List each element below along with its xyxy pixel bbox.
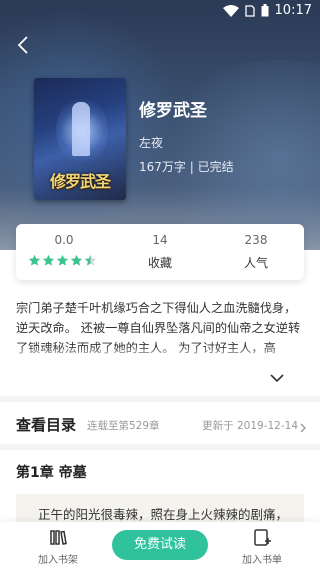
- popularity-stat: 238 人气: [208, 224, 304, 280]
- description-fade: [0, 346, 320, 362]
- catalog-serial-status: 连载至第529章: [87, 420, 160, 432]
- catalog-row[interactable]: 查看目录 连载至第529章 更新于 2019-12-14: [0, 404, 320, 442]
- favorites-stat: 14 收藏: [112, 224, 208, 280]
- bookshelf-icon: [48, 528, 68, 548]
- add-to-shelf-button[interactable]: 加入书架: [18, 522, 98, 568]
- booklist-add-icon: [252, 528, 272, 548]
- star-icon: [70, 254, 83, 267]
- chapter-title: 第1章 帝墓: [16, 465, 87, 481]
- chevron-left-icon: [17, 36, 28, 54]
- sim-icon: [244, 4, 255, 17]
- popularity-value: 238: [244, 233, 268, 247]
- rating-stat: 0.0: [16, 224, 112, 280]
- add-to-booklist-label: 加入书单: [242, 555, 282, 566]
- bottom-action-bar: 加入书架 免费试读 加入书单: [0, 522, 320, 568]
- wifi-icon: [222, 4, 239, 17]
- status-bar: 10:17: [0, 0, 320, 24]
- cover-art-figure: [72, 102, 90, 156]
- book-author[interactable]: 左夜: [139, 134, 163, 151]
- section-divider: [0, 444, 320, 450]
- chevron-down-icon: [270, 374, 284, 383]
- free-read-button[interactable]: 免费试读: [112, 530, 208, 560]
- half-star-icon: [84, 254, 97, 267]
- book-meta: 167万字 | 已完结: [139, 160, 234, 174]
- chevron-right-icon: [300, 418, 306, 437]
- battery-icon: [261, 4, 269, 17]
- back-button[interactable]: [10, 32, 36, 58]
- favorites-value: 14: [152, 233, 168, 247]
- add-to-shelf-label: 加入书架: [38, 555, 78, 566]
- favorites-label: 收藏: [147, 256, 172, 270]
- popularity-label: 人气: [243, 256, 268, 270]
- star-icon: [28, 254, 41, 267]
- book-title: 修罗武圣: [139, 101, 207, 121]
- star-icon: [56, 254, 69, 267]
- stats-card: 0.0 14 收藏 238 人气: [16, 224, 304, 280]
- catalog-title: 查看目录: [16, 416, 77, 434]
- section-divider: [0, 396, 320, 402]
- star-icon: [42, 254, 55, 267]
- expand-description-button[interactable]: [270, 368, 286, 383]
- rating-value: 0.0: [54, 233, 74, 247]
- catalog-updated-date: 更新于 2019-12-14: [202, 420, 298, 432]
- add-to-booklist-button[interactable]: 加入书单: [222, 522, 302, 568]
- rating-stars: [28, 254, 97, 267]
- book-cover[interactable]: 修罗武圣: [34, 78, 126, 200]
- status-time: 10:17: [274, 3, 312, 18]
- cover-title-text: 修罗武圣: [49, 172, 111, 191]
